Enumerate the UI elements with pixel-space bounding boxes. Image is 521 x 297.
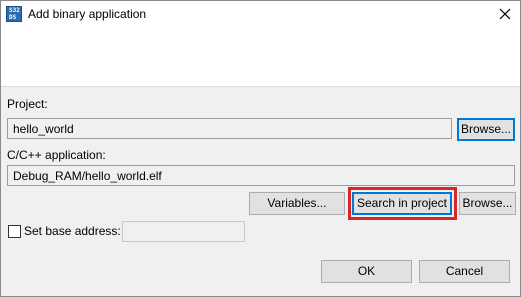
base-address-checkbox[interactable]	[8, 225, 21, 238]
ok-button[interactable]: OK	[321, 260, 412, 283]
base-address-label: Set base address:	[24, 224, 121, 238]
project-label: Project:	[7, 97, 48, 111]
dialog-title: Add binary application	[28, 7, 147, 21]
add-binary-dialog: S32 DS Add binary application Project: h…	[0, 0, 521, 297]
title-bar[interactable]: S32 DS Add binary application	[1, 1, 520, 29]
search-in-project-button[interactable]: Search in project	[352, 192, 452, 215]
dialog-banner	[1, 29, 520, 87]
close-icon[interactable]	[496, 5, 514, 23]
base-address-field[interactable]	[122, 221, 245, 242]
project-browse-button[interactable]: Browse...	[457, 118, 515, 141]
application-label: C/C++ application:	[7, 148, 106, 162]
variables-button[interactable]: Variables...	[249, 192, 345, 215]
application-browse-button[interactable]: Browse...	[459, 192, 516, 215]
cancel-button[interactable]: Cancel	[419, 260, 510, 283]
project-field[interactable]: hello_world	[7, 118, 452, 139]
s32ds-app-icon: S32 DS	[6, 6, 22, 22]
application-field[interactable]: Debug_RAM/hello_world.elf	[7, 165, 515, 186]
